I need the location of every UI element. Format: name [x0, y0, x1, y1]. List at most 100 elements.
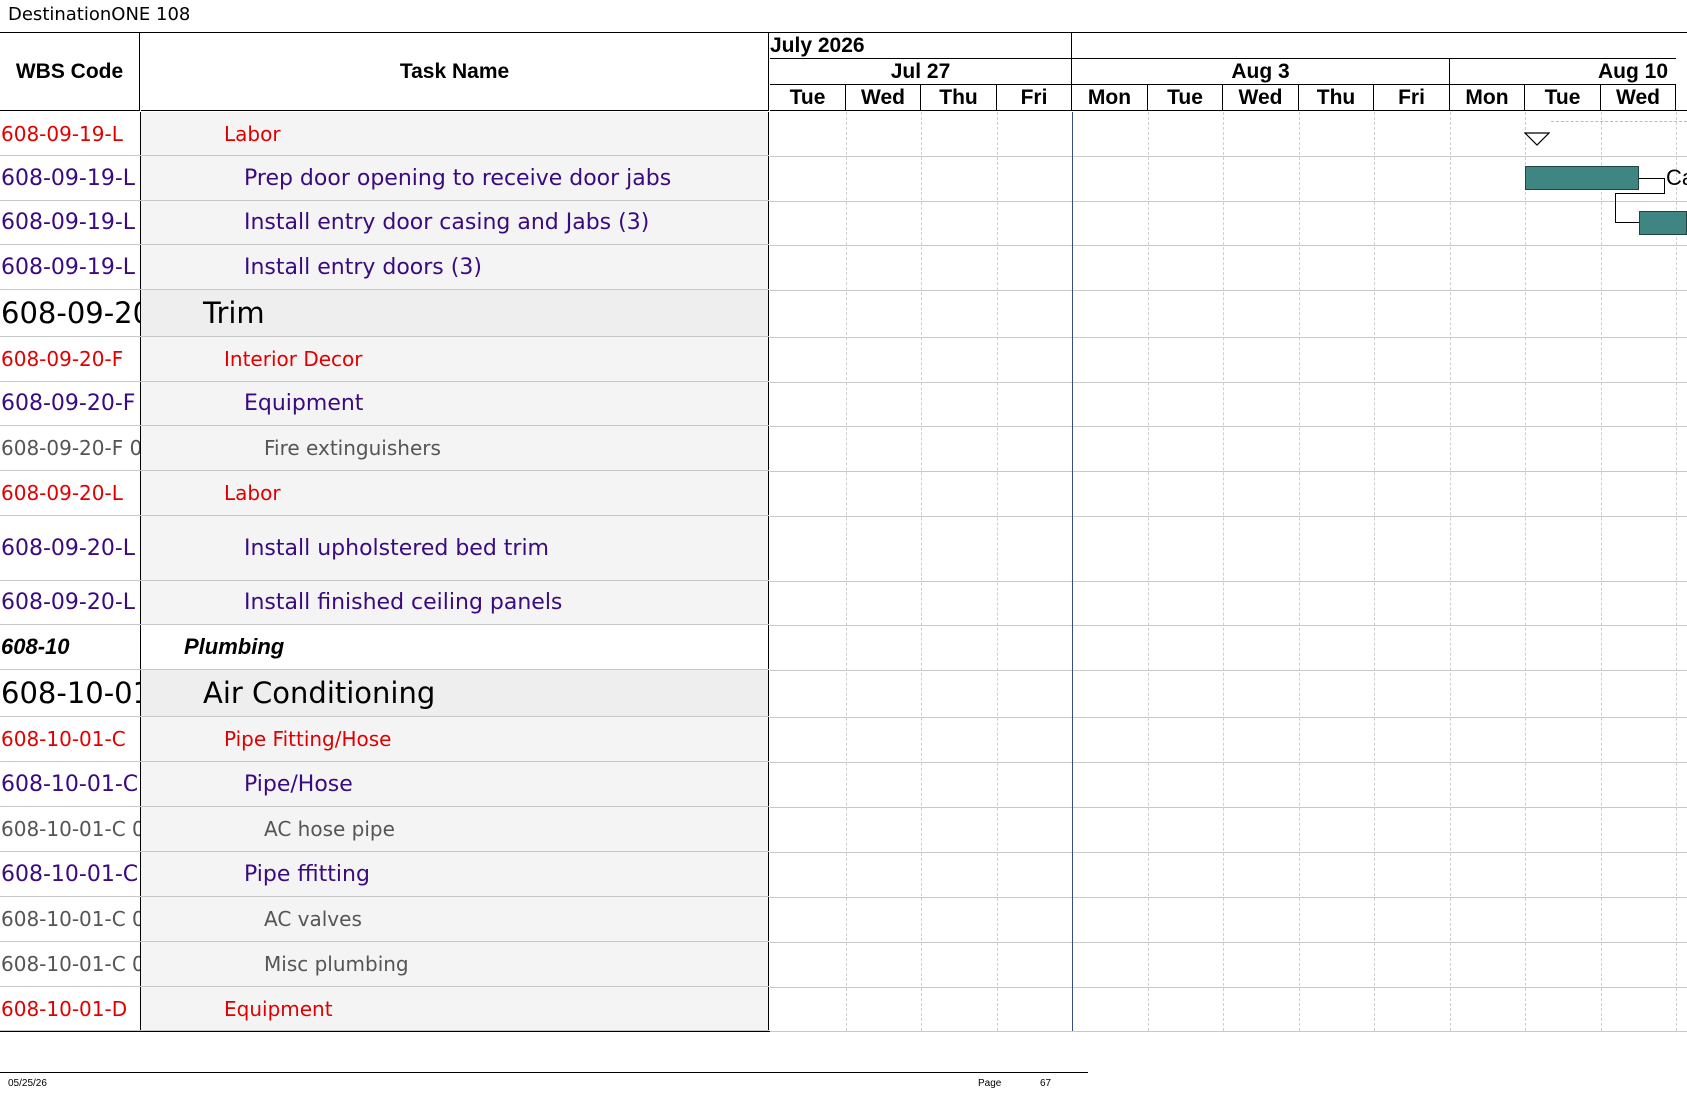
- table-row[interactable]: 608-10-01-C 01 AC hose pipe: [0, 807, 769, 852]
- wbs-column-header[interactable]: WBS Code: [0, 33, 140, 111]
- gantt-row-gridline: [770, 290, 1687, 291]
- wbs-code-cell[interactable]: 608-09-20-F 01: [0, 382, 141, 425]
- task-bar-install-entry-door-casing[interactable]: [1639, 211, 1687, 235]
- table-row[interactable]: 608-10-01-D Equipment: [0, 987, 769, 1031]
- task-name-cell[interactable]: Labor: [141, 112, 769, 155]
- task-name-text: Interior Decor: [224, 347, 363, 371]
- task-name-text: Pipe ffitting: [244, 861, 370, 887]
- table-row[interactable]: 608-09-20-L Labor: [0, 471, 769, 516]
- timescale-day: Wed: [846, 85, 921, 111]
- day-gridline: [1525, 112, 1526, 1031]
- task-name-cell[interactable]: Install entry doors (3): [141, 245, 769, 289]
- wbs-code-cell[interactable]: 608-09-20-F: [0, 337, 141, 381]
- table-row[interactable]: 608-09-19-L 02 Install entry door casing …: [0, 201, 769, 245]
- timescale-day: Thu: [1299, 85, 1374, 111]
- timescale-day: Tue: [1148, 85, 1223, 111]
- task-name-text: Install entry doors (3): [244, 254, 482, 280]
- table-row[interactable]: 608-09-19-L Labor: [0, 112, 769, 156]
- wbs-code-cell[interactable]: 608-09-20-L 02: [0, 581, 141, 624]
- table-row[interactable]: 608-10-01-C 02 Misc plumbing: [0, 942, 769, 987]
- timescale-week: Jul 27: [770, 59, 1072, 85]
- task-name-cell[interactable]: Interior Decor: [141, 337, 769, 381]
- wbs-code-cell[interactable]: 608-10-01: [0, 670, 141, 716]
- gantt-row-gridline: [770, 337, 1687, 338]
- wbs-code-cell[interactable]: 608-10-01-C 02: [0, 852, 141, 896]
- task-bar-prep-door-opening[interactable]: [1525, 166, 1639, 190]
- task-name-cell[interactable]: AC valves: [141, 897, 769, 941]
- table-row[interactable]: 608-09-20-L 02 Install finished ceiling p…: [0, 581, 769, 625]
- footer-page-number: 67: [1040, 1078, 1052, 1089]
- wbs-code-cell[interactable]: 608-09-19-L: [0, 112, 141, 155]
- task-name-cell[interactable]: Equipment: [141, 987, 769, 1030]
- task-name-cell[interactable]: Misc plumbing: [141, 942, 769, 986]
- table-row[interactable]: 608-10-01 Air Conditioning: [0, 670, 769, 717]
- task-name-cell[interactable]: Pipe/Hose: [141, 762, 769, 806]
- task-name-cell[interactable]: Plumbing: [141, 625, 769, 669]
- day-gridline: [846, 112, 847, 1031]
- task-name-text: Equipment: [244, 391, 364, 416]
- task-name-cell[interactable]: Install upholstered bed trim: [141, 516, 769, 580]
- task-name-text: Install entry door casing and Jabs (3): [244, 210, 650, 235]
- wbs-code-cell[interactable]: 608-10: [0, 625, 141, 669]
- task-name-text: Fire extinguishers: [264, 436, 441, 460]
- day-gridline: [997, 112, 998, 1031]
- table-row[interactable]: 608-09-20-F 01 Fire extinguishers: [0, 426, 769, 471]
- table-row[interactable]: 608-10-01-C 02 Pipe ffitting: [0, 852, 769, 897]
- wbs-code-cell[interactable]: 608-09-20-F 01: [0, 426, 141, 470]
- dependency-link: [1639, 178, 1665, 194]
- wbs-code-cell[interactable]: 608-09-19-L 03: [0, 245, 141, 289]
- gantt-row-gridline: [770, 670, 1687, 671]
- wbs-code-cell[interactable]: 608-10-01-C 01: [0, 807, 141, 851]
- wbs-code-cell[interactable]: 608-09-20-L 01: [0, 516, 141, 580]
- table-row[interactable]: 608-10-01-C 01 Pipe/Hose: [0, 762, 769, 807]
- wbs-code-cell[interactable]: 608-10-01-C 01: [0, 762, 141, 806]
- wbs-code-cell[interactable]: 608-10-01-C: [0, 717, 141, 761]
- table-row[interactable]: 608-09-19-L 01 Prep door opening to recei…: [0, 156, 769, 201]
- table-row[interactable]: 608-10-01-C 02 AC valves: [0, 897, 769, 942]
- gantt-row-gridline: [770, 426, 1687, 427]
- wbs-code-cell[interactable]: 608-10-01-D: [0, 987, 141, 1030]
- task-name-cell[interactable]: Prep door opening to receive door jabs: [141, 156, 769, 200]
- summary-task-span: [1551, 121, 1687, 122]
- table-row[interactable]: 608-09-20-L 01 Install upholstered bed tr…: [0, 516, 769, 581]
- wbs-code-cell[interactable]: 608-09-19-L 02: [0, 201, 141, 244]
- gantt-row-gridline: [770, 471, 1687, 472]
- table-row[interactable]: 608-09-20 Trim: [0, 290, 769, 337]
- task-name-cell[interactable]: Pipe Fitting/Hose: [141, 717, 769, 761]
- timescale-day: Wed: [1223, 85, 1299, 111]
- task-name-cell[interactable]: Trim: [141, 290, 769, 336]
- wbs-code-cell[interactable]: 608-10-01-C 02: [0, 897, 141, 941]
- task-name-text: Equipment: [224, 996, 333, 1021]
- gantt-row-gridline: [770, 852, 1687, 853]
- table-row[interactable]: 608-10 Plumbing: [0, 625, 769, 670]
- task-name-cell[interactable]: Labor: [141, 471, 769, 515]
- task-name-text: Air Conditioning: [203, 676, 436, 710]
- wbs-code-cell[interactable]: 608-10-01-C 02: [0, 942, 141, 986]
- table-row[interactable]: 608-09-20-F Interior Decor: [0, 337, 769, 382]
- table-row[interactable]: 608-09-20-F 01 Equipment: [0, 382, 769, 426]
- timescale-day: Thu: [921, 85, 997, 111]
- task-name-text: Pipe Fitting/Hose: [224, 727, 392, 751]
- task-name-cell[interactable]: Install finished ceiling panels: [141, 581, 769, 624]
- task-name-cell[interactable]: Pipe ffitting: [141, 852, 769, 896]
- gantt-sheet: WBS Code Task Name July 2026 Jul 27 Aug 3A…: [0, 32, 1687, 1032]
- table-row[interactable]: 608-09-19-L 03 Install entry doors (3): [0, 245, 769, 290]
- timescale-day: Fri: [997, 85, 1072, 111]
- task-name-cell[interactable]: Air Conditioning: [141, 670, 769, 716]
- task-name-cell[interactable]: Install entry door casing and Jabs (3): [141, 201, 769, 244]
- task-name-cell[interactable]: AC hose pipe: [141, 807, 769, 851]
- task-name-cell[interactable]: Equipment: [141, 382, 769, 425]
- wbs-code-cell[interactable]: 608-09-20-L: [0, 471, 141, 515]
- task-name-text: Prep door opening to receive door jabs: [244, 165, 672, 191]
- task-name-column-header[interactable]: Task Name: [141, 33, 769, 111]
- wbs-code-cell[interactable]: 608-09-20: [0, 290, 141, 336]
- day-gridline: [1676, 112, 1677, 1031]
- wbs-code-cell[interactable]: 608-09-19-L 01: [0, 156, 141, 200]
- table-row[interactable]: 608-10-01-C Pipe Fitting/Hose: [0, 717, 769, 762]
- task-name-text: Plumbing: [184, 634, 285, 659]
- task-name-cell[interactable]: Fire extinguishers: [141, 426, 769, 470]
- summary-task-marker-icon[interactable]: [1524, 132, 1550, 146]
- task-name-text: Trim: [203, 296, 265, 330]
- week-divider-line: [1072, 112, 1073, 1031]
- timescale-day: Mon: [1072, 85, 1148, 111]
